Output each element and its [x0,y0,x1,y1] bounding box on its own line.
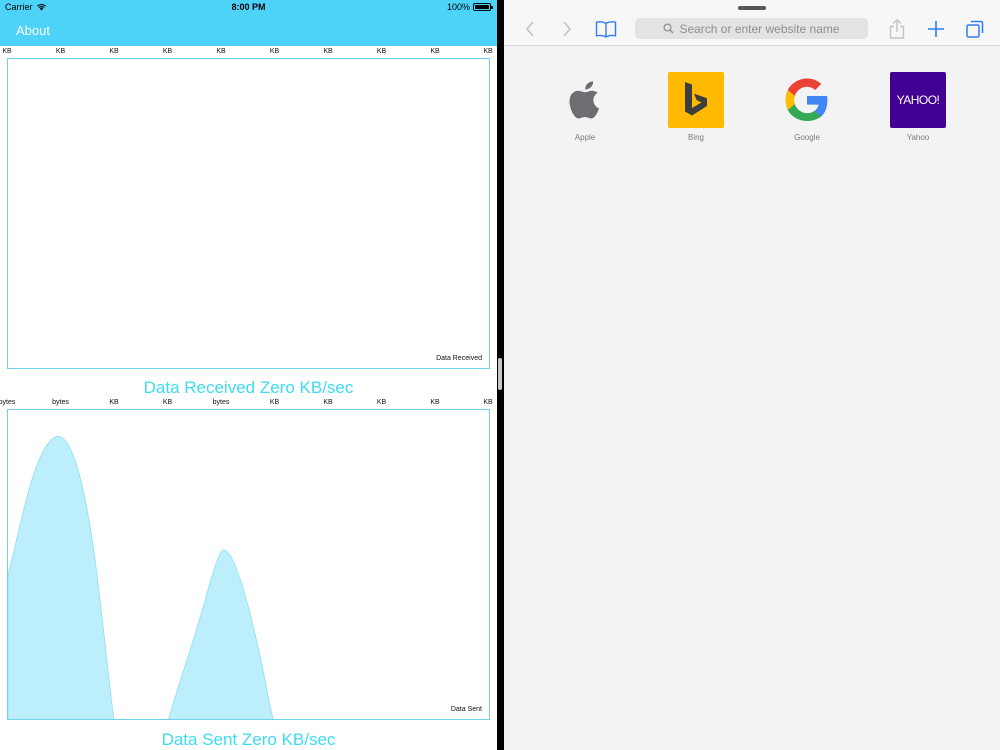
sent-tick-label: bytes [0,399,16,406]
yahoo-tile: YAHOO! [890,72,946,128]
favorite-label: Yahoo [906,133,930,142]
search-icon [663,23,674,34]
sent-tick-label: KB [483,399,493,406]
sent-tick-label: KB [269,399,280,406]
received-tick-label: KB [109,48,119,55]
about-button[interactable]: About [16,23,50,38]
received-tick-label: KB [2,48,12,55]
received-tick-label: KB [162,48,173,55]
received-tick-label: KB [323,48,333,55]
favorite-bing[interactable]: Bing [661,72,731,142]
multitasking-grabber[interactable] [738,6,766,10]
share-icon [889,18,905,39]
bing-tile [668,72,724,128]
sent-tick-row: bytes bytes KB KB bytes KB KB KB KB KB [0,399,497,409]
navigation-bar: About [0,15,497,46]
share-button[interactable] [886,18,908,40]
new-tab-button[interactable] [925,18,947,40]
sent-tick-label: bytes [212,399,230,406]
sent-chart-title: Data Sent Zero KB/sec [161,730,336,749]
sent-data-area [8,436,274,719]
apple-icon [569,81,599,119]
tabs-button[interactable] [964,18,986,40]
favorite-label: Bing [687,133,704,142]
address-bar[interactable]: Search or enter website name [635,18,868,39]
received-tick-row: KB KB KB KB KB KB KB KB KB KB [0,48,497,58]
favorite-yahoo[interactable]: YAHOO! Yahoo [883,72,953,142]
sent-chart-graph [8,436,274,719]
sent-tick-label: KB [430,399,440,406]
favorite-apple[interactable]: Apple [550,72,620,142]
received-tick-label: KB [430,48,440,55]
chevron-right-icon [563,21,572,37]
status-time: 8:00 PM [231,2,266,12]
safari-app: Search or enter website name Apple Bing … [504,0,1000,750]
received-tick-label: KB [55,48,66,55]
status-bar: Carrier 8:00 PM 100% [0,0,497,15]
sent-chart: Data Sent [7,409,490,720]
bing-icon [685,82,707,116]
yahoo-icon: YAHOO! [896,93,940,107]
sent-tick-label: KB [109,399,119,406]
plus-icon [928,21,944,37]
google-icon [785,78,828,121]
received-chart-title: Data Received Zero KB/sec [143,378,354,397]
received-tick-label: KB [269,48,280,55]
back-button[interactable] [519,18,541,40]
battery-group: 100% [446,2,493,12]
received-tick-label: KB [376,48,387,55]
received-tick-label: KB [216,48,226,55]
bookmarks-button[interactable] [595,18,617,40]
safari-toolbar: Search or enter website name [504,0,1000,46]
split-view-handle[interactable] [498,358,502,390]
favorite-label: Google [794,133,820,142]
received-tick-label: KB [483,48,493,55]
sent-tick-label: KB [323,399,333,406]
received-chart: Data Received [7,58,490,369]
apple-tile [557,72,613,128]
tabs-icon [966,20,984,38]
forward-button[interactable] [556,18,578,40]
google-tile [779,72,835,128]
network-monitor-app: Carrier 8:00 PM 100% About KB KB KB KB KB KB K… [0,0,497,750]
favorites-grid: Apple Bing Google YAHOO! Yahoo [504,72,1000,152]
battery-percent: 100% [446,2,470,12]
sent-corner-label: Data Sent [450,706,482,713]
sent-tick-label: bytes [52,399,69,406]
book-icon [595,21,617,38]
received-corner-label: Data Received [436,355,482,362]
chevron-left-icon [525,21,534,37]
favorite-google[interactable]: Google [772,72,842,142]
sent-tick-label: KB [376,399,387,406]
sent-tick-label: KB [162,399,173,406]
battery-icon [473,3,493,11]
favorite-label: Apple [574,133,596,142]
search-placeholder: Search or enter website name [679,21,840,36]
